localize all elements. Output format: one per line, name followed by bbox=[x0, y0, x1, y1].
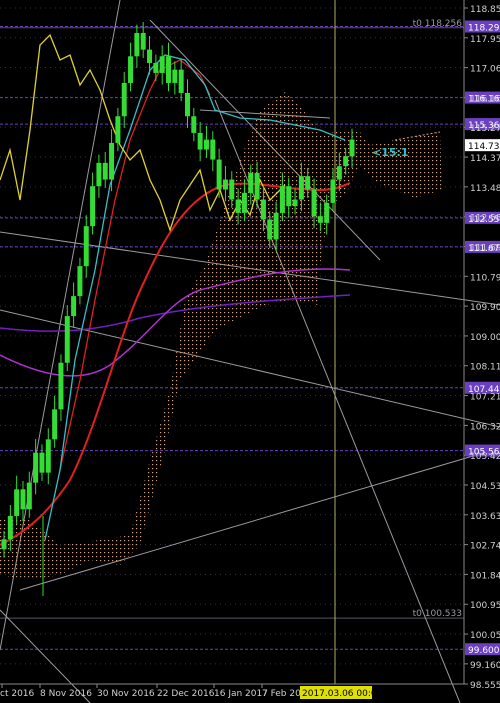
candle-body bbox=[166, 56, 172, 83]
candle-body bbox=[39, 452, 45, 473]
trend-line bbox=[19, 447, 500, 591]
candle-body bbox=[273, 212, 279, 240]
candle-body bbox=[235, 199, 241, 213]
level-badge-label: 115.365 bbox=[468, 121, 500, 131]
x-tick-label: 8 Nov 2016 bbox=[40, 689, 92, 699]
candle-body bbox=[102, 162, 108, 180]
level-badge-label: 112.550 bbox=[468, 215, 500, 225]
candle-body bbox=[147, 49, 153, 63]
y-tick-label: 117.060 bbox=[470, 65, 500, 75]
y-tick-label: 98.555 bbox=[470, 681, 500, 691]
candle-body bbox=[260, 199, 266, 220]
candle-body bbox=[336, 166, 342, 180]
x-tick-label: ct 2016 bbox=[0, 689, 35, 699]
y-tick-label: 109.900 bbox=[470, 303, 500, 313]
x-tick-label: 22 Dec 2016 bbox=[157, 689, 215, 699]
level-badge-label: 118.294 bbox=[468, 24, 500, 34]
candle-body bbox=[52, 409, 58, 440]
y-tick-label: 99.160 bbox=[470, 661, 500, 671]
y-tick-label: 106.320 bbox=[470, 422, 500, 432]
level-badge-label: 111.678 bbox=[468, 244, 500, 254]
y-tick-label: 114.375 bbox=[470, 154, 500, 164]
candle-body bbox=[248, 172, 254, 193]
y-tick-label: 100.950 bbox=[470, 601, 500, 611]
cursor-time-label: 2017.03.06 00:00 bbox=[302, 689, 383, 699]
y-tick-label: 117.955 bbox=[470, 35, 500, 45]
candle-body bbox=[77, 266, 83, 297]
candle-body bbox=[330, 179, 336, 203]
level-badge-label: 105.563 bbox=[468, 448, 500, 458]
candle-body bbox=[197, 132, 203, 150]
candle-body bbox=[178, 69, 184, 93]
candle-body bbox=[229, 179, 235, 200]
candle-body bbox=[1, 539, 7, 550]
candle-body bbox=[159, 56, 165, 73]
y-tick-label: 118.85 bbox=[470, 5, 500, 15]
candle-body bbox=[279, 186, 285, 213]
candle-body bbox=[317, 216, 323, 223]
candle-body bbox=[71, 296, 77, 317]
candle-body bbox=[33, 452, 39, 483]
level-badge-label: 99.600 bbox=[468, 646, 500, 656]
cloud-label: <15:1 bbox=[372, 146, 409, 159]
candle-body bbox=[222, 179, 228, 190]
x-tick-label: 30 Nov 2016 bbox=[97, 689, 155, 699]
candle-body bbox=[134, 32, 140, 57]
candle-body bbox=[210, 139, 216, 160]
candle-body bbox=[7, 515, 13, 540]
candle-body bbox=[267, 219, 273, 240]
candle-body bbox=[14, 489, 20, 516]
ichimoku-chart: <15:1118.85117.955117.060116.165115.2701… bbox=[0, 0, 500, 703]
y-tick-label: 110.795 bbox=[470, 273, 500, 283]
candle-body bbox=[26, 482, 32, 510]
plot-area bbox=[0, 0, 500, 703]
y-tick-label: 103.635 bbox=[470, 512, 500, 522]
candle-body bbox=[292, 199, 298, 207]
candle-body bbox=[58, 362, 64, 410]
trend-line bbox=[0, 309, 500, 428]
level-text-label: t0 118.256 bbox=[413, 19, 463, 29]
candle-body bbox=[324, 202, 330, 223]
level-badge-label: 107.449 bbox=[468, 385, 500, 395]
candle-body bbox=[298, 176, 304, 200]
level-text-label: t0 100.533 bbox=[413, 609, 462, 619]
candle-body bbox=[216, 159, 222, 190]
candle-body bbox=[191, 116, 197, 133]
y-tick-label: 109.005 bbox=[470, 333, 500, 343]
x-tick-label: 7 Feb 20 bbox=[262, 689, 301, 699]
y-tick-label: 102.740 bbox=[470, 542, 500, 552]
candle-body bbox=[305, 176, 311, 190]
y-tick-label: 104.530 bbox=[470, 482, 500, 492]
candle-body bbox=[20, 489, 26, 510]
y-tick-label: 100.055 bbox=[470, 631, 500, 641]
candle-body bbox=[140, 32, 146, 50]
candle-body bbox=[83, 226, 89, 267]
candle-body bbox=[96, 162, 102, 187]
y-tick-label: 108.110 bbox=[470, 363, 500, 373]
candle-body bbox=[203, 139, 209, 150]
y-tick-label: 101.845 bbox=[470, 571, 500, 581]
candle-body bbox=[153, 62, 159, 73]
x-tick-label: 16 Jan 2017 bbox=[214, 689, 268, 699]
candle-body bbox=[64, 316, 70, 363]
candle-body bbox=[90, 186, 96, 227]
y-tick-label: 113.480 bbox=[470, 184, 500, 194]
level-badge-label: 114.732 bbox=[468, 142, 500, 152]
candle-body bbox=[109, 142, 115, 180]
candle-body bbox=[45, 439, 51, 473]
candle-body bbox=[121, 82, 127, 117]
candle-body bbox=[254, 172, 260, 200]
level-badge-label: 116.161 bbox=[468, 95, 500, 105]
candle-body bbox=[241, 192, 247, 213]
candle-body bbox=[115, 116, 121, 143]
candle-body bbox=[286, 186, 292, 207]
candle-body bbox=[184, 92, 190, 117]
candle-body bbox=[311, 189, 317, 217]
candle-body bbox=[349, 139, 355, 157]
candle-body bbox=[128, 56, 134, 83]
candle-body bbox=[172, 69, 178, 83]
chart-canvas: <15:1118.85117.955117.060116.165115.2701… bbox=[0, 0, 500, 703]
candle-body bbox=[343, 156, 349, 167]
